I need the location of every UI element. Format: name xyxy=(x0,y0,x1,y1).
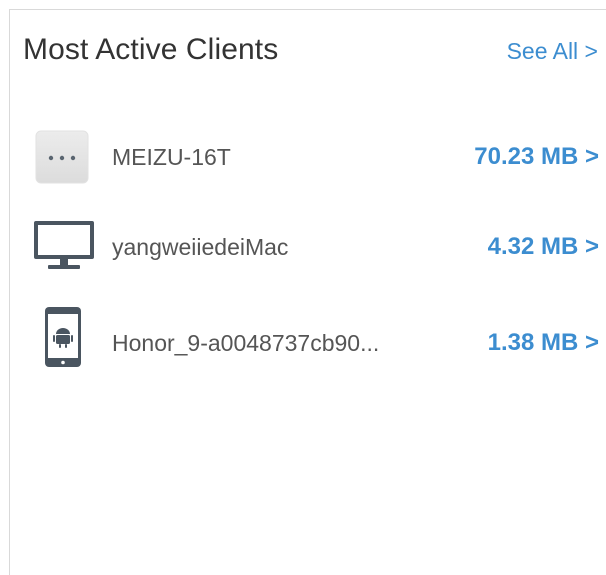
most-active-clients-panel: Most Active Clients See All > MEIZU-16T … xyxy=(9,9,606,575)
android-phone-icon xyxy=(32,304,96,367)
client-usage-link[interactable]: 4.32 MB > xyxy=(488,233,599,261)
client-name: MEIZU-16T xyxy=(112,144,231,170)
client-row[interactable]: Honor_9-a0048737cb90... 1.38 MB > xyxy=(10,304,606,367)
desktop-computer-icon xyxy=(32,215,96,275)
see-all-link[interactable]: See All > xyxy=(507,37,598,65)
client-usage-link[interactable]: 70.23 MB > xyxy=(474,143,599,171)
generic-device-icon xyxy=(32,127,96,187)
client-name: Honor_9-a0048737cb90... xyxy=(112,330,380,356)
client-name: yangweiiedeiMac xyxy=(112,234,289,260)
client-usage-link[interactable]: 1.38 MB > xyxy=(488,329,599,357)
widget-title: Most Active Clients xyxy=(23,33,279,66)
client-row[interactable]: MEIZU-16T 70.23 MB > xyxy=(10,127,606,187)
client-row[interactable]: yangweiiedeiMac 4.32 MB > xyxy=(10,215,606,275)
